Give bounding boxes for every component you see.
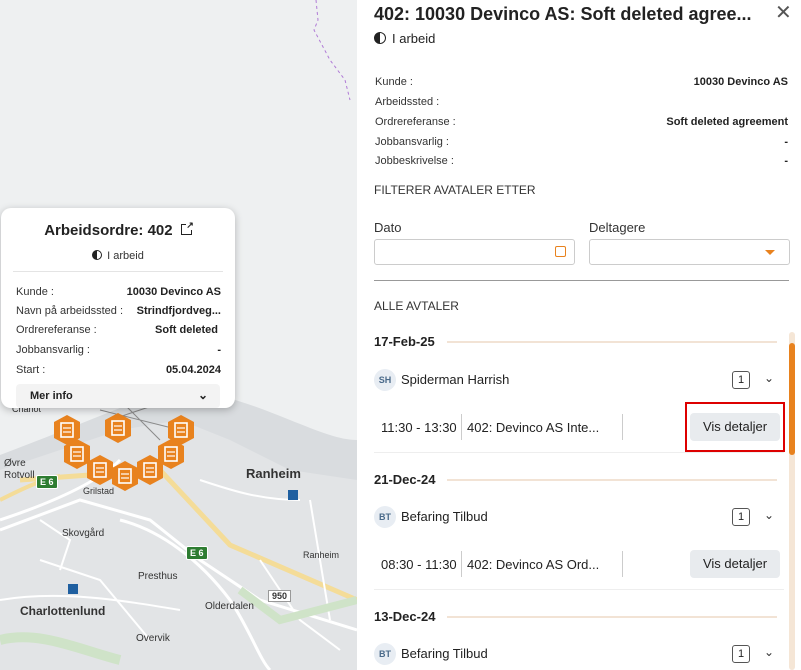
detail-panel: 402: 10030 Devinco AS: Soft deleted agre… xyxy=(357,0,801,670)
job-marker[interactable] xyxy=(103,412,133,444)
participants-label: Deltagere xyxy=(589,220,646,235)
status-icon xyxy=(374,32,386,44)
popup-status: I arbeid xyxy=(1,250,235,262)
date-heading: 13-Dec-24 xyxy=(374,609,436,624)
road-sign-e6: E 6 xyxy=(36,475,58,489)
map-label-ranheim: Ranheim xyxy=(246,466,301,481)
popup-row: Start :05.04.2024 xyxy=(16,364,221,376)
map-label-presthus: Presthus xyxy=(138,571,178,582)
date-divider xyxy=(447,341,777,343)
external-link-icon[interactable]: ↗ xyxy=(180,221,194,235)
map-label-skovgard: Skovgård xyxy=(62,528,105,539)
close-icon[interactable]: ✕ xyxy=(775,0,792,25)
caret-down-icon xyxy=(765,250,775,255)
highlight-box xyxy=(685,402,785,452)
participant-name: Spiderman Harrish xyxy=(401,372,510,387)
date-label: Dato xyxy=(374,220,402,235)
date-input[interactable] xyxy=(374,239,575,265)
date-heading: 21-Dec-24 xyxy=(374,472,436,487)
building-icon xyxy=(288,490,298,500)
appointment-time: 08:30 - 11:30 xyxy=(381,557,457,572)
avatar: BT xyxy=(374,506,396,528)
map-label-ranheim-small: Ranheim xyxy=(303,550,340,560)
avatar: BT xyxy=(374,643,396,665)
map-view[interactable]: Ranheim Charlottenlund Skovgård Presthus… xyxy=(0,0,357,670)
map-popup: Arbeidsordre: 402 ↗ I arbeid Kunde :1003… xyxy=(1,208,235,408)
map-label-olderdalen: Olderdalen xyxy=(205,601,254,612)
chevron-down-icon[interactable]: ⌄ xyxy=(764,645,774,659)
popup-row: Navn på arbeidssted : Strindfjordveg... xyxy=(16,305,221,317)
popup-row: Jobbansvarlig :- xyxy=(16,344,221,356)
chevron-down-icon: ⌄ xyxy=(197,388,208,402)
date-divider xyxy=(447,616,777,618)
map-label-ovre: Øvre xyxy=(4,458,26,469)
road-number-950: 950 xyxy=(268,590,292,602)
scrollbar-thumb[interactable] xyxy=(789,343,795,455)
participant-count: 1 xyxy=(732,508,750,526)
appointment-time: 11:30 - 13:30 xyxy=(381,420,457,435)
map-label-rotvoll: Rotvoll xyxy=(4,470,35,481)
participant-row[interactable]: SH Spiderman Harrish 1 ⌄ xyxy=(374,369,784,393)
date-divider xyxy=(447,479,777,481)
appointment-row: 08:30 - 11:30 402: Devinco AS Ord... Vis… xyxy=(374,547,784,581)
divider xyxy=(461,414,462,440)
chevron-down-icon[interactable]: ⌄ xyxy=(764,508,774,522)
participant-name: Befaring Tilbud xyxy=(401,646,488,661)
road-sign-e6-2: E 6 xyxy=(186,546,208,560)
popup-row: Kunde :10030 Devinco AS xyxy=(16,286,221,298)
participant-name: Befaring Tilbud xyxy=(401,509,488,524)
filter-title: FILTERER AVATALER ETTER xyxy=(374,183,536,197)
participant-row[interactable]: BT Befaring Tilbud 1 ⌄ xyxy=(374,643,784,667)
map-label-overvik: Overvik xyxy=(136,633,170,644)
divider xyxy=(622,414,623,440)
job-marker[interactable] xyxy=(135,454,165,486)
map-label-charlottenlund: Charlottenlund xyxy=(20,604,106,618)
participant-count: 1 xyxy=(732,645,750,663)
panel-title: 402: 10030 Devinco AS: Soft deleted agre… xyxy=(374,4,752,24)
appointment-description: 402: Devinco AS Inte... xyxy=(467,420,600,435)
view-details-button[interactable]: Vis detaljer xyxy=(690,550,780,578)
popup-row: Ordrereferanse : Soft deleted xyxy=(16,324,218,336)
participants-select[interactable] xyxy=(589,239,790,265)
chevron-down-icon[interactable]: ⌄ xyxy=(764,371,774,385)
divider xyxy=(374,452,784,453)
participant-count: 1 xyxy=(732,371,750,389)
more-info-toggle[interactable]: Mer info ⌄ xyxy=(16,384,220,408)
divider xyxy=(622,551,623,577)
appointment-description: 402: Devinco AS Ord... xyxy=(467,557,600,572)
date-heading: 17-Feb-25 xyxy=(374,334,435,349)
divider xyxy=(374,280,789,281)
all-appointments-title: ALLE AVTALER xyxy=(374,299,459,313)
participant-row[interactable]: BT Befaring Tilbud 1 ⌄ xyxy=(374,506,784,530)
calendar-icon[interactable] xyxy=(555,246,566,257)
popup-title[interactable]: Arbeidsordre: 402 ↗ xyxy=(1,221,235,239)
building-icon-2 xyxy=(68,584,78,594)
status-icon xyxy=(92,250,103,260)
divider xyxy=(461,551,462,577)
divider xyxy=(374,589,784,590)
avatar: SH xyxy=(374,369,396,391)
panel-status: I arbeid xyxy=(374,31,435,46)
popup-divider xyxy=(13,271,223,272)
